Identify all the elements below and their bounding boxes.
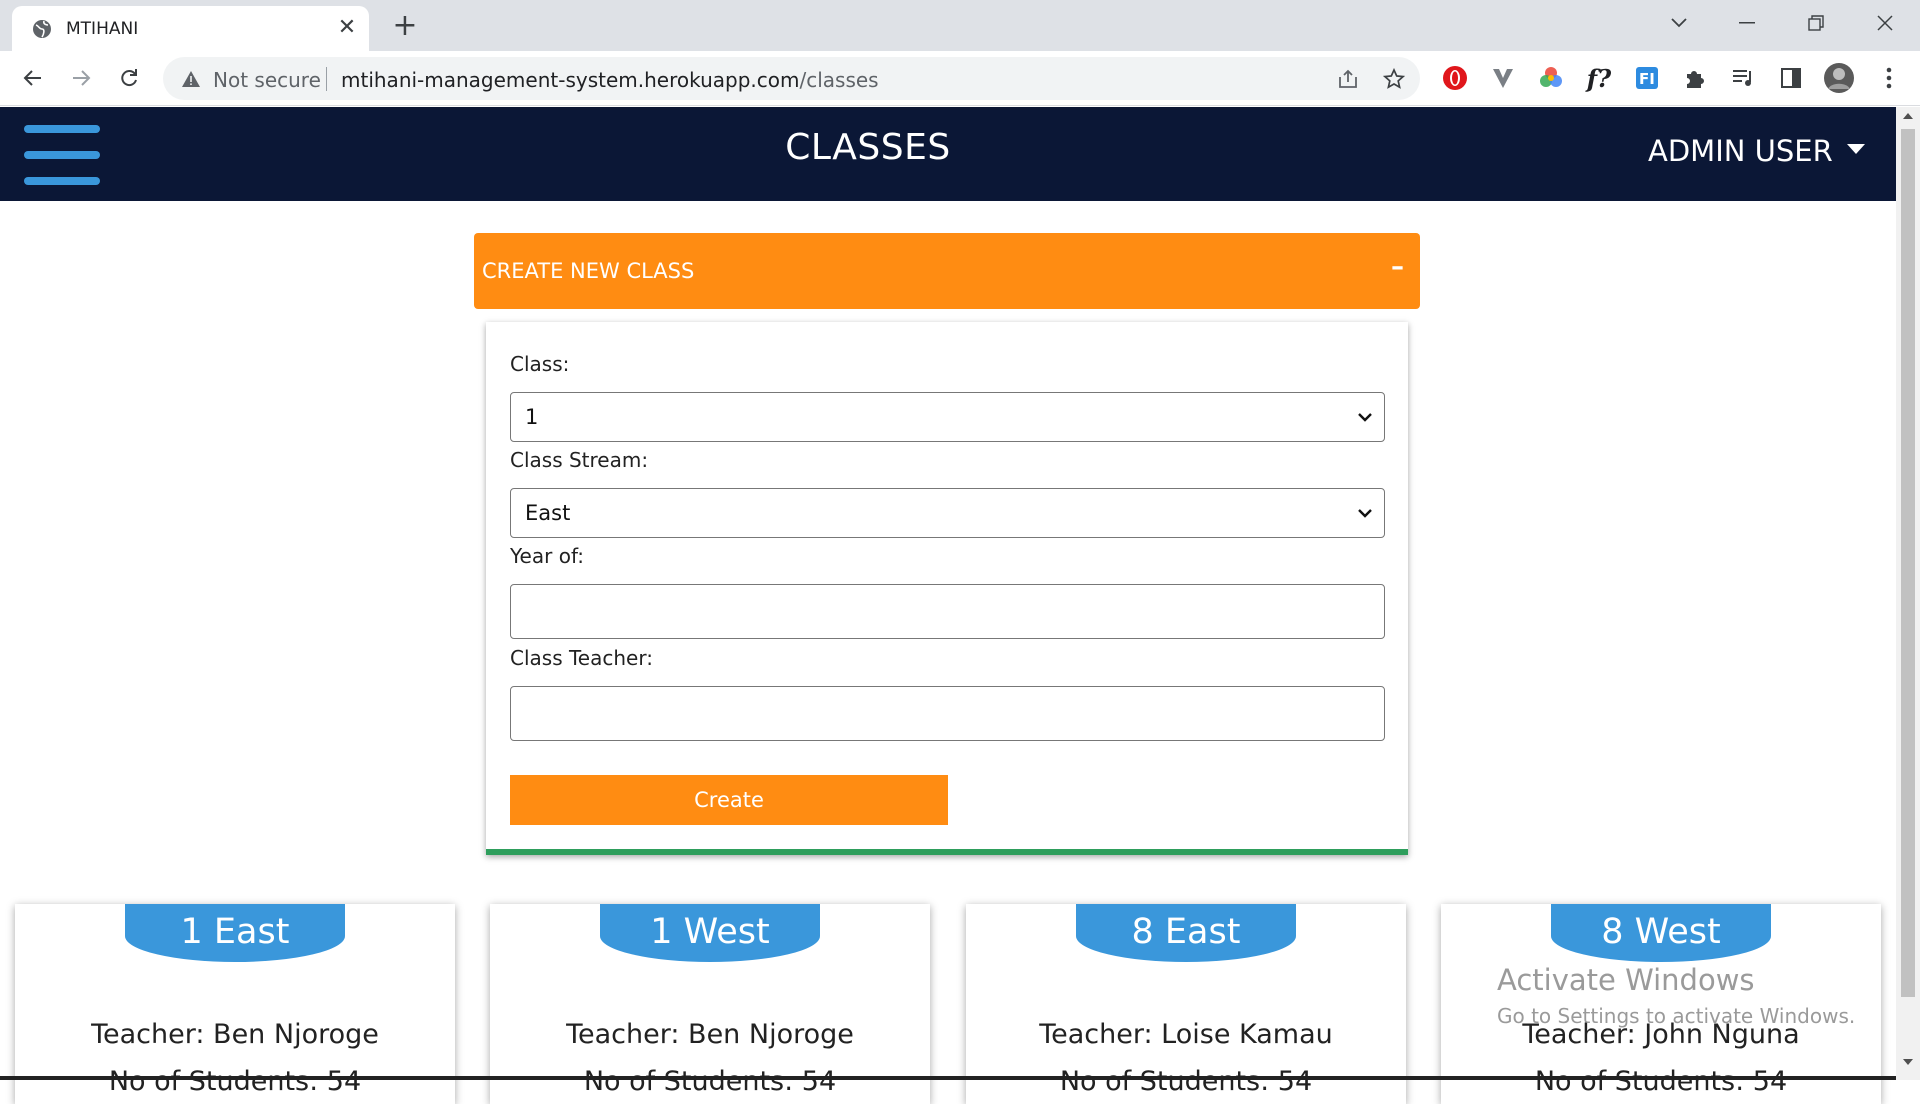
class-card[interactable]: 8 East Teacher: Loise Kamau No of Studen… xyxy=(966,904,1406,1104)
class-teacher-input[interactable] xyxy=(510,686,1385,741)
new-tab-icon[interactable]: + xyxy=(388,9,422,43)
share-icon[interactable] xyxy=(1336,67,1360,91)
globe-icon xyxy=(32,19,52,39)
divider xyxy=(326,67,327,91)
close-tab-icon[interactable]: ✕ xyxy=(334,15,360,41)
class-teacher: Teacher: Ben Njoroge xyxy=(566,1019,854,1050)
chevron-down-icon xyxy=(1356,504,1374,522)
class-name-badge: 1 West xyxy=(600,904,820,962)
user-menu-dropdown[interactable]: ADMIN USER xyxy=(1648,134,1865,168)
profile-avatar[interactable] xyxy=(1823,62,1855,94)
url-host: mtihani-management-system.herokuapp.com xyxy=(341,68,800,92)
caret-down-icon xyxy=(1846,144,1865,154)
minimize-icon[interactable] xyxy=(1724,6,1770,40)
class-label: Class: xyxy=(510,352,570,376)
restore-icon[interactable] xyxy=(1793,6,1839,40)
opera-icon[interactable] xyxy=(1441,64,1469,92)
url-text[interactable]: mtihani-management-system.herokuapp.com/… xyxy=(341,68,879,92)
page-scrollbar[interactable] xyxy=(1896,107,1920,1080)
kebab-menu-icon[interactable] xyxy=(1875,64,1903,92)
back-icon[interactable] xyxy=(16,61,50,95)
class-stream-label: Class Stream: xyxy=(510,448,649,472)
puzzle-icon[interactable] xyxy=(1681,64,1709,92)
scroll-up-arrow-icon[interactable] xyxy=(1896,111,1920,127)
class-stream-value: East xyxy=(525,501,571,525)
media-icon[interactable] xyxy=(1729,64,1757,92)
browser-tab[interactable]: MTIHANI ✕ xyxy=(12,6,369,51)
activate-windows-title: Activate Windows xyxy=(1497,963,1755,997)
class-teacher: Teacher: Ben Njoroge xyxy=(91,1019,379,1050)
color-wheel-icon[interactable] xyxy=(1537,64,1565,92)
fi-icon[interactable]: FI xyxy=(1633,64,1661,92)
class-student-count: No of Students: 54 xyxy=(1059,1066,1313,1097)
security-label[interactable]: Not secure xyxy=(213,68,321,92)
forward-icon[interactable] xyxy=(64,61,98,95)
url-path: /classes xyxy=(799,68,879,92)
class-teacher-label: Class Teacher: xyxy=(510,646,653,670)
class-name-badge: 1 East xyxy=(125,904,345,962)
sidebar-icon[interactable] xyxy=(1777,64,1805,92)
year-input[interactable] xyxy=(510,584,1385,639)
class-stream-select[interactable]: East xyxy=(510,488,1385,538)
class-select[interactable]: 1 xyxy=(510,392,1385,442)
function-icon[interactable]: f? xyxy=(1585,64,1613,93)
class-student-count: No of Students: 54 xyxy=(1534,1066,1788,1097)
page-title: CLASSES xyxy=(785,127,951,168)
accordion-title: CREATE NEW CLASS xyxy=(482,259,695,283)
class-select-value: 1 xyxy=(525,405,539,429)
class-card[interactable]: 1 West Teacher: Ben Njoroge No of Studen… xyxy=(490,904,930,1104)
class-teacher: Teacher: Loise Kamau xyxy=(1039,1019,1333,1050)
window-bottom-edge xyxy=(0,1076,1896,1080)
address-bar[interactable]: Not secure mtihani-management-system.her… xyxy=(163,57,1420,100)
class-name-badge: 8 West xyxy=(1551,904,1771,962)
reload-icon[interactable] xyxy=(112,61,146,95)
create-button[interactable]: Create xyxy=(510,775,948,825)
browser-toolbar: Not secure mtihani-management-system.her… xyxy=(0,51,1920,106)
tab-title: MTIHANI xyxy=(66,19,139,39)
user-name: ADMIN USER xyxy=(1648,134,1833,168)
create-class-form: Class: 1 Class Stream: East Year of: Cla… xyxy=(486,322,1408,855)
svg-text:FI: FI xyxy=(1639,70,1655,88)
app-header: CLASSES ADMIN USER xyxy=(0,107,1896,201)
scrollbar-thumb[interactable] xyxy=(1901,129,1915,997)
close-window-icon[interactable] xyxy=(1862,6,1908,40)
tab-search-icon[interactable] xyxy=(1656,6,1702,40)
warning-icon xyxy=(181,69,201,89)
vivaldi-icon[interactable] xyxy=(1489,64,1517,92)
create-class-accordion-header[interactable]: CREATE NEW CLASS – xyxy=(474,233,1420,309)
year-label: Year of: xyxy=(510,544,585,568)
scroll-down-arrow-icon[interactable] xyxy=(1896,1057,1920,1073)
browser-tab-strip: MTIHANI ✕ + xyxy=(0,0,1920,51)
class-name-badge: 8 East xyxy=(1076,904,1296,962)
class-student-count: No of Students: 54 xyxy=(583,1066,837,1097)
bookmark-star-icon[interactable] xyxy=(1382,67,1406,91)
collapse-icon[interactable]: – xyxy=(1391,252,1404,282)
class-card[interactable]: 1 East Teacher: Ben Njoroge No of Studen… xyxy=(15,904,455,1104)
chevron-down-icon xyxy=(1356,408,1374,426)
activate-windows-subtitle: Go to Settings to activate Windows. xyxy=(1497,1004,1856,1028)
class-student-count: No of Students: 54 xyxy=(108,1066,362,1097)
